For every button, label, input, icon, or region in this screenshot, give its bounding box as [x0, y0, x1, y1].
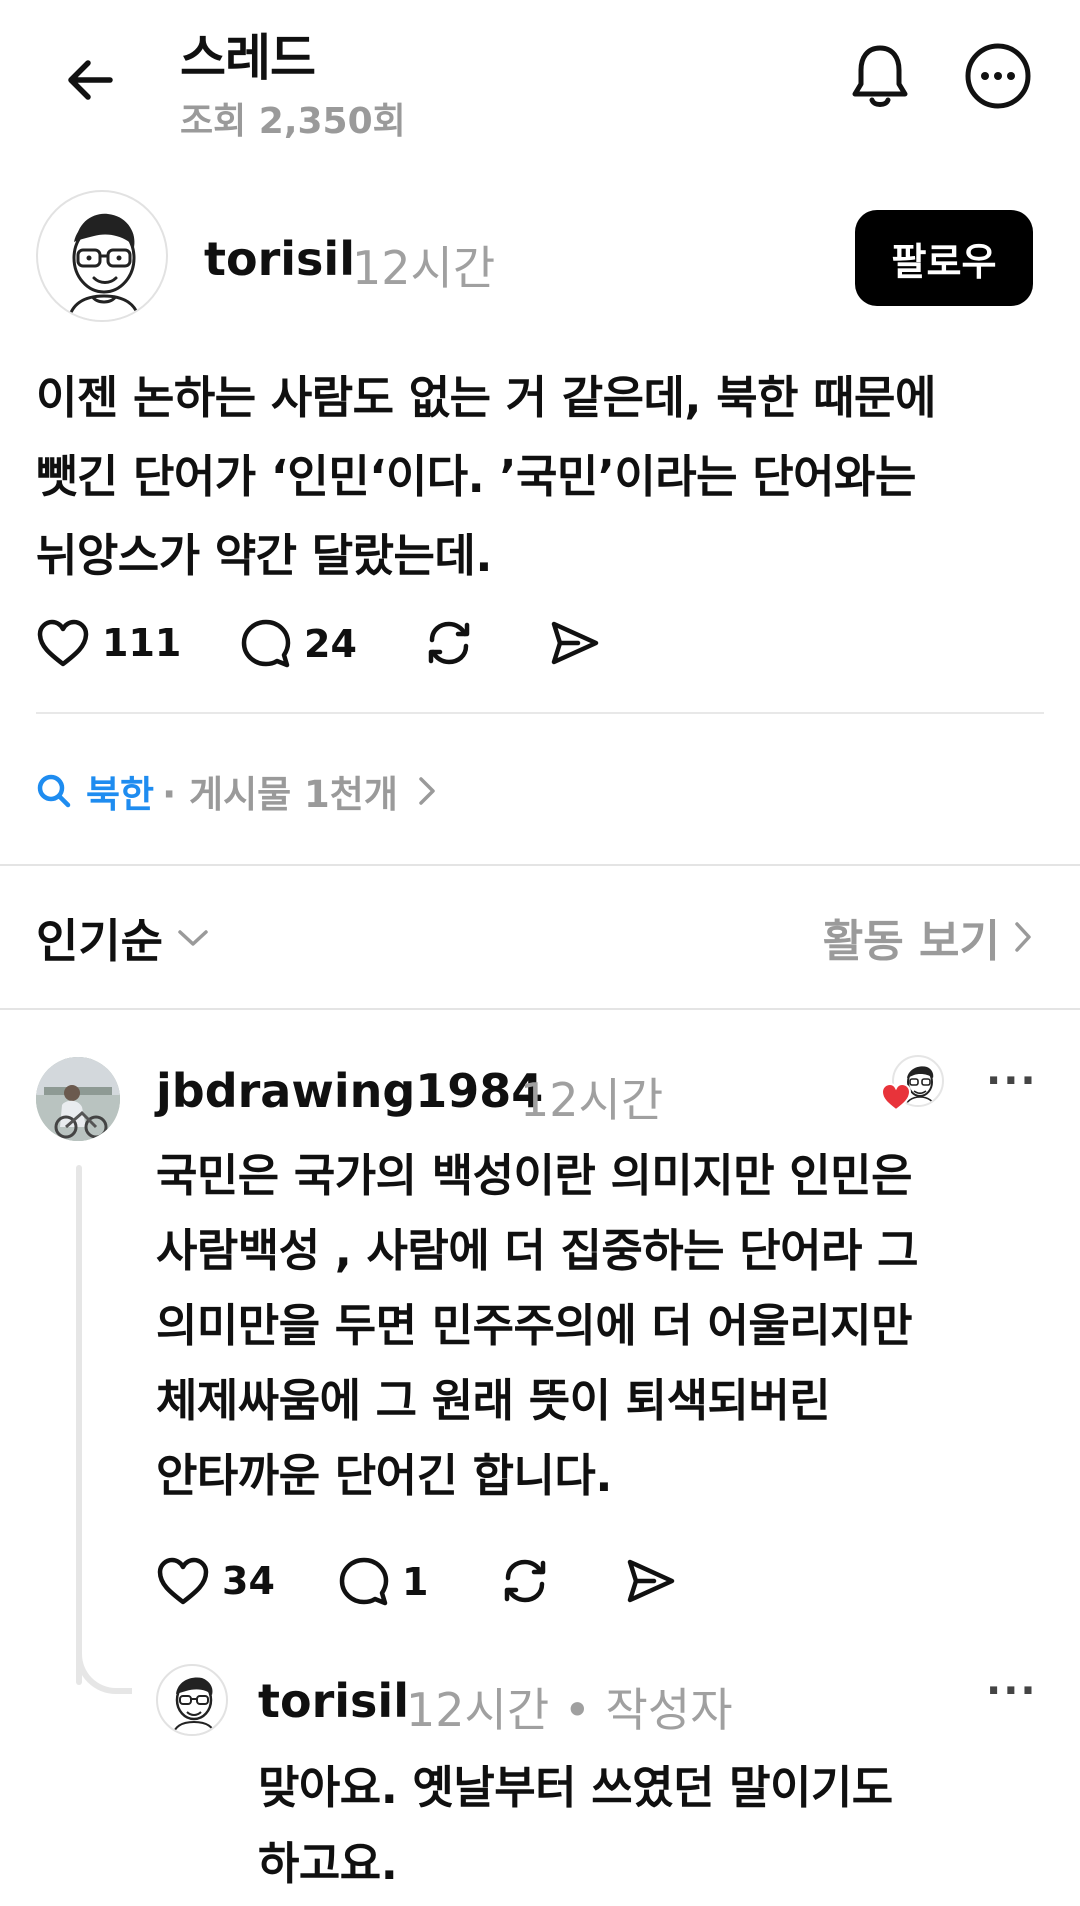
section-divider	[0, 864, 1080, 866]
post-body: 이젠 논하는 사람도 없는 거 같은데, 북한 때문에 뺏긴 단어가 ‘인민‘이…	[36, 358, 1046, 595]
reply-line: 사람백성 , 사람에 더 집중하는 단어라 그	[156, 1224, 919, 1277]
reply-more-button[interactable]: ···	[986, 1058, 1038, 1104]
reply-line: 하고요.	[258, 1837, 398, 1890]
chevron-right-icon	[419, 777, 435, 805]
heart-icon	[37, 619, 89, 667]
reply-line: 의미만을 두면 민주주의에 더 어울리지만	[156, 1299, 912, 1352]
reply-line: 체제싸움에 그 원래 뜻이 퇴색되버린	[156, 1374, 831, 1427]
reply-body: 국민은 국가의 백성이란 의미지만 인민은 사람백성 , 사람에 더 집중하는 …	[156, 1138, 1036, 1513]
section-divider	[0, 1008, 1080, 1010]
author-name[interactable]: torisil	[204, 232, 355, 286]
like-count: 111	[102, 621, 182, 665]
topic-name: 북한	[86, 773, 155, 816]
reply-time: 12시간	[520, 1073, 664, 1127]
view-activity-link[interactable]: 활동 보기	[823, 905, 1032, 969]
reply-author[interactable]: jbdrawing1984	[156, 1064, 543, 1118]
reply-comment-button[interactable]: 1	[338, 1556, 428, 1608]
chevron-right-icon	[1015, 922, 1031, 952]
reply-like-count: 34	[222, 1559, 275, 1603]
reply-author[interactable]: torisil	[258, 1674, 409, 1728]
follow-button[interactable]: 팔로우	[855, 210, 1033, 306]
send-icon	[627, 1559, 675, 1603]
topic-tag[interactable]: 북한 · 게시물 1천개	[36, 764, 436, 818]
notification-button[interactable]	[840, 36, 920, 116]
author-avatar[interactable]	[36, 190, 168, 322]
post-time: 12시간	[352, 241, 496, 295]
comment-button[interactable]: 24	[240, 618, 357, 670]
post-line: 이젠 논하는 사람도 없는 거 같은데, 북한 때문에	[36, 371, 936, 424]
page-title: 스레드	[180, 29, 316, 87]
repost-button[interactable]	[422, 616, 476, 670]
heart-icon	[157, 1557, 209, 1605]
post-line: 뺏긴 단어가 ‘인민‘이다. ’국민’이라는 단어와는	[36, 450, 916, 503]
chevron-down-icon	[178, 930, 208, 946]
thread-connector-curve	[76, 1620, 132, 1694]
view-count: 조회 2,350회	[180, 101, 406, 142]
more-options-icon	[965, 43, 1031, 109]
sort-dropdown[interactable]: 인기순	[36, 905, 209, 971]
reply-avatar[interactable]	[36, 1057, 120, 1141]
repost-icon	[428, 621, 470, 665]
repost-icon	[504, 1559, 546, 1603]
divider	[36, 712, 1044, 714]
cartoon-avatar-icon	[67, 213, 141, 320]
reply-share-button[interactable]	[624, 1554, 678, 1608]
comment-count: 24	[304, 622, 357, 666]
send-icon	[551, 621, 599, 665]
sort-label: 인기순	[36, 914, 163, 968]
reply-comment-count: 1	[402, 1560, 429, 1604]
more-options-button[interactable]	[958, 36, 1038, 116]
share-button[interactable]	[548, 616, 602, 670]
reply-like-button[interactable]: 34	[156, 1556, 275, 1606]
activity-label: 활동 보기	[822, 916, 1000, 967]
reply-body: 맞아요. 옛날부터 쓰였던 말이기도 하고요.	[258, 1750, 1038, 1902]
topic-post-count: · 게시물 1천개	[162, 773, 398, 816]
reply-more-button[interactable]: ···	[986, 1668, 1038, 1714]
cartoon-avatar-icon	[171, 1677, 217, 1734]
comment-bubble-icon	[339, 1557, 389, 1606]
reply-line: 국민은 국가의 백성이란 의미지만 인민은	[156, 1149, 912, 1202]
thread-connector	[76, 1165, 82, 1685]
bell-icon	[852, 45, 908, 107]
reply-time-author-badge: 12시간 • 작성자	[406, 1683, 733, 1737]
reply-line: 맞아요. 옛날부터 쓰였던 말이기도	[258, 1761, 893, 1814]
photo-avatar-icon	[36, 1057, 120, 1141]
comment-bubble-icon	[241, 619, 291, 668]
like-button[interactable]: 111	[36, 618, 181, 668]
back-arrow-icon	[68, 60, 113, 100]
reply-line: 안타까운 단어긴 합니다.	[156, 1449, 612, 1502]
reply-repost-button[interactable]	[498, 1554, 552, 1608]
reply-avatar[interactable]	[156, 1664, 228, 1736]
author-liked-heart-icon	[880, 1082, 912, 1116]
post-line: 뉘앙스가 약간 달랐는데.	[36, 529, 492, 582]
back-button[interactable]	[50, 40, 130, 120]
search-icon	[37, 774, 71, 808]
